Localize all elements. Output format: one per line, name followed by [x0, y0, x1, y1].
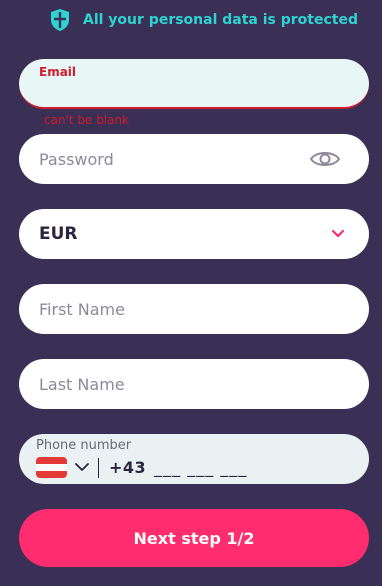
- eye-icon[interactable]: [309, 149, 341, 169]
- protection-text: All your personal data is protected: [83, 12, 358, 28]
- shield-icon: [51, 9, 69, 31]
- first-name-field[interactable]: First Name: [19, 284, 369, 334]
- first-name-placeholder: First Name: [39, 299, 125, 319]
- phone-divider: [98, 457, 99, 478]
- currency-select[interactable]: EUR: [19, 209, 369, 259]
- chevron-down-icon: [331, 229, 345, 238]
- email-label: Email: [39, 65, 77, 79]
- phone-field[interactable]: Phone number +43 ___ ___ ___: [19, 434, 369, 484]
- password-field[interactable]: Password: [19, 134, 369, 184]
- country-chevron-down-icon[interactable]: [75, 463, 89, 472]
- last-name-placeholder: Last Name: [39, 374, 125, 394]
- phone-label: Phone number: [36, 438, 132, 453]
- last-name-field[interactable]: Last Name: [19, 359, 369, 409]
- phone-input-row[interactable]: +43 ___ ___ ___: [36, 457, 369, 478]
- data-protection-notice: All your personal data is protected: [49, 8, 358, 32]
- phone-country-code: +43: [109, 458, 147, 477]
- austria-flag-icon[interactable]: [36, 457, 67, 478]
- phone-mask: ___ ___ ___: [154, 458, 248, 477]
- email-error: can't be blank: [44, 113, 130, 127]
- currency-value: EUR: [39, 224, 78, 244]
- next-step-button[interactable]: Next step 1/2: [19, 509, 369, 567]
- password-placeholder: Password: [39, 149, 114, 169]
- email-field[interactable]: Email: [19, 59, 369, 109]
